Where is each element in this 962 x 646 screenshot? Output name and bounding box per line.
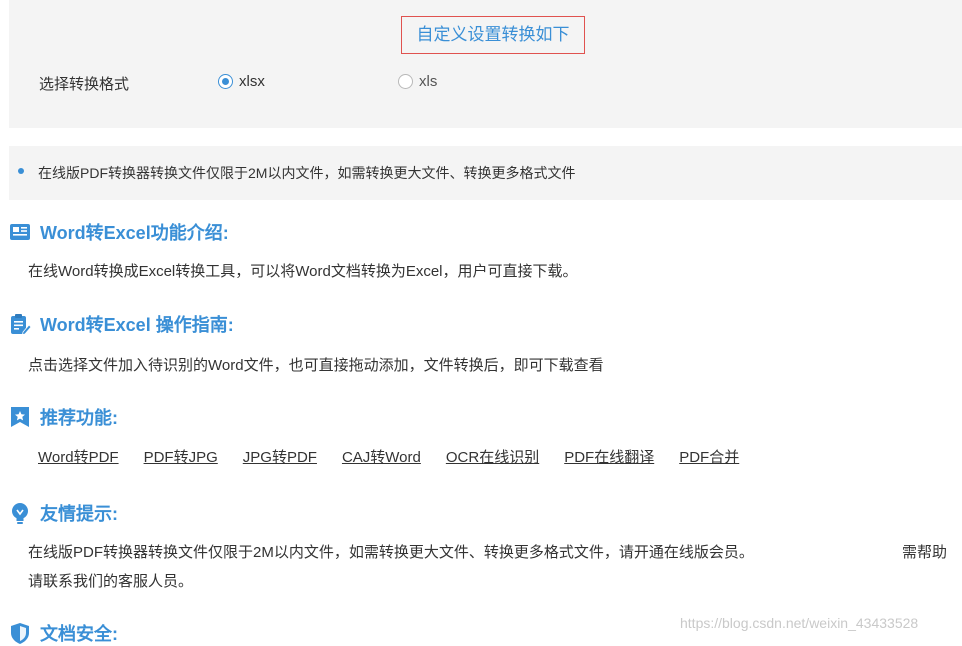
section-title: 文档安全: [40, 624, 118, 644]
link-caj-to-word[interactable]: CAJ转Word [342, 446, 421, 467]
section-recommend-heading: 推荐功能: [9, 404, 118, 430]
link-jpg-to-pdf[interactable]: JPG转PDF [243, 446, 317, 467]
link-word-to-pdf[interactable]: Word转PDF [38, 446, 119, 467]
watermark-text: https://blog.csdn.net/weixin_43433528 [680, 615, 919, 631]
bookmark-star-icon [9, 406, 31, 428]
section-security-heading: 文档安全: [9, 620, 118, 646]
section-intro-heading: Word转Excel功能介绍: [9, 219, 229, 245]
conversion-settings-panel: 自定义设置转换如下 选择转换格式 xlsx xls [9, 0, 962, 128]
clipboard-edit-icon [9, 313, 31, 335]
section-title: Word转Excel 操作指南: [40, 315, 234, 335]
section-title: 友情提示: [40, 504, 118, 524]
section-title: Word转Excel功能介绍: [40, 223, 229, 243]
section-guide-heading: Word转Excel 操作指南: [9, 311, 234, 337]
section-intro-text: 在线Word转换成Excel转换工具，可以将Word文档转换为Excel，用户可… [28, 263, 578, 280]
section-tips-heading: 友情提示: [9, 500, 118, 526]
section-tips-text-line2: 请联系我们的客服人员。 [28, 573, 194, 590]
section-tips-text-line1: 在线版PDF转换器转换文件仅限于2M以内文件，如需转换更大文件、转换更多格式文件… [28, 544, 754, 561]
notice-bar: 在线版PDF转换器转换文件仅限于2M以内文件，如需转换更大文件、转换更多格式文件 [9, 146, 962, 200]
recommended-links: Word转PDF PDF转JPG JPG转PDF CAJ转Word OCR在线识… [38, 446, 764, 467]
link-pdf-merge[interactable]: PDF合并 [679, 446, 739, 467]
bullet-icon [18, 168, 24, 174]
link-pdf-translate[interactable]: PDF在线翻译 [564, 446, 654, 467]
radio-unchecked-icon[interactable] [398, 74, 413, 89]
link-pdf-to-jpg[interactable]: PDF转JPG [144, 446, 218, 467]
newspaper-icon [9, 221, 31, 243]
format-option-label: xls [419, 73, 438, 90]
link-ocr-online[interactable]: OCR在线识别 [446, 446, 539, 467]
section-tips-text-line1-end: 需帮助 [902, 544, 948, 561]
format-option-label: xlsx [239, 73, 265, 90]
format-option-xlsx[interactable]: xlsx [218, 73, 265, 90]
format-label: 选择转换格式 [39, 76, 130, 93]
shield-icon [9, 622, 31, 644]
lightbulb-icon [9, 502, 31, 524]
format-option-xls[interactable]: xls [398, 73, 437, 90]
section-title: 推荐功能: [40, 408, 118, 428]
section-guide-text: 点击选择文件加入待识别的Word文件，也可直接拖动添加，文件转换后，即可下载查看 [28, 357, 604, 374]
radio-checked-icon[interactable] [218, 74, 233, 89]
settings-title: 自定义设置转换如下 [401, 16, 585, 54]
notice-text: 在线版PDF转换器转换文件仅限于2M以内文件，如需转换更大文件、转换更多格式文件 [38, 165, 576, 181]
